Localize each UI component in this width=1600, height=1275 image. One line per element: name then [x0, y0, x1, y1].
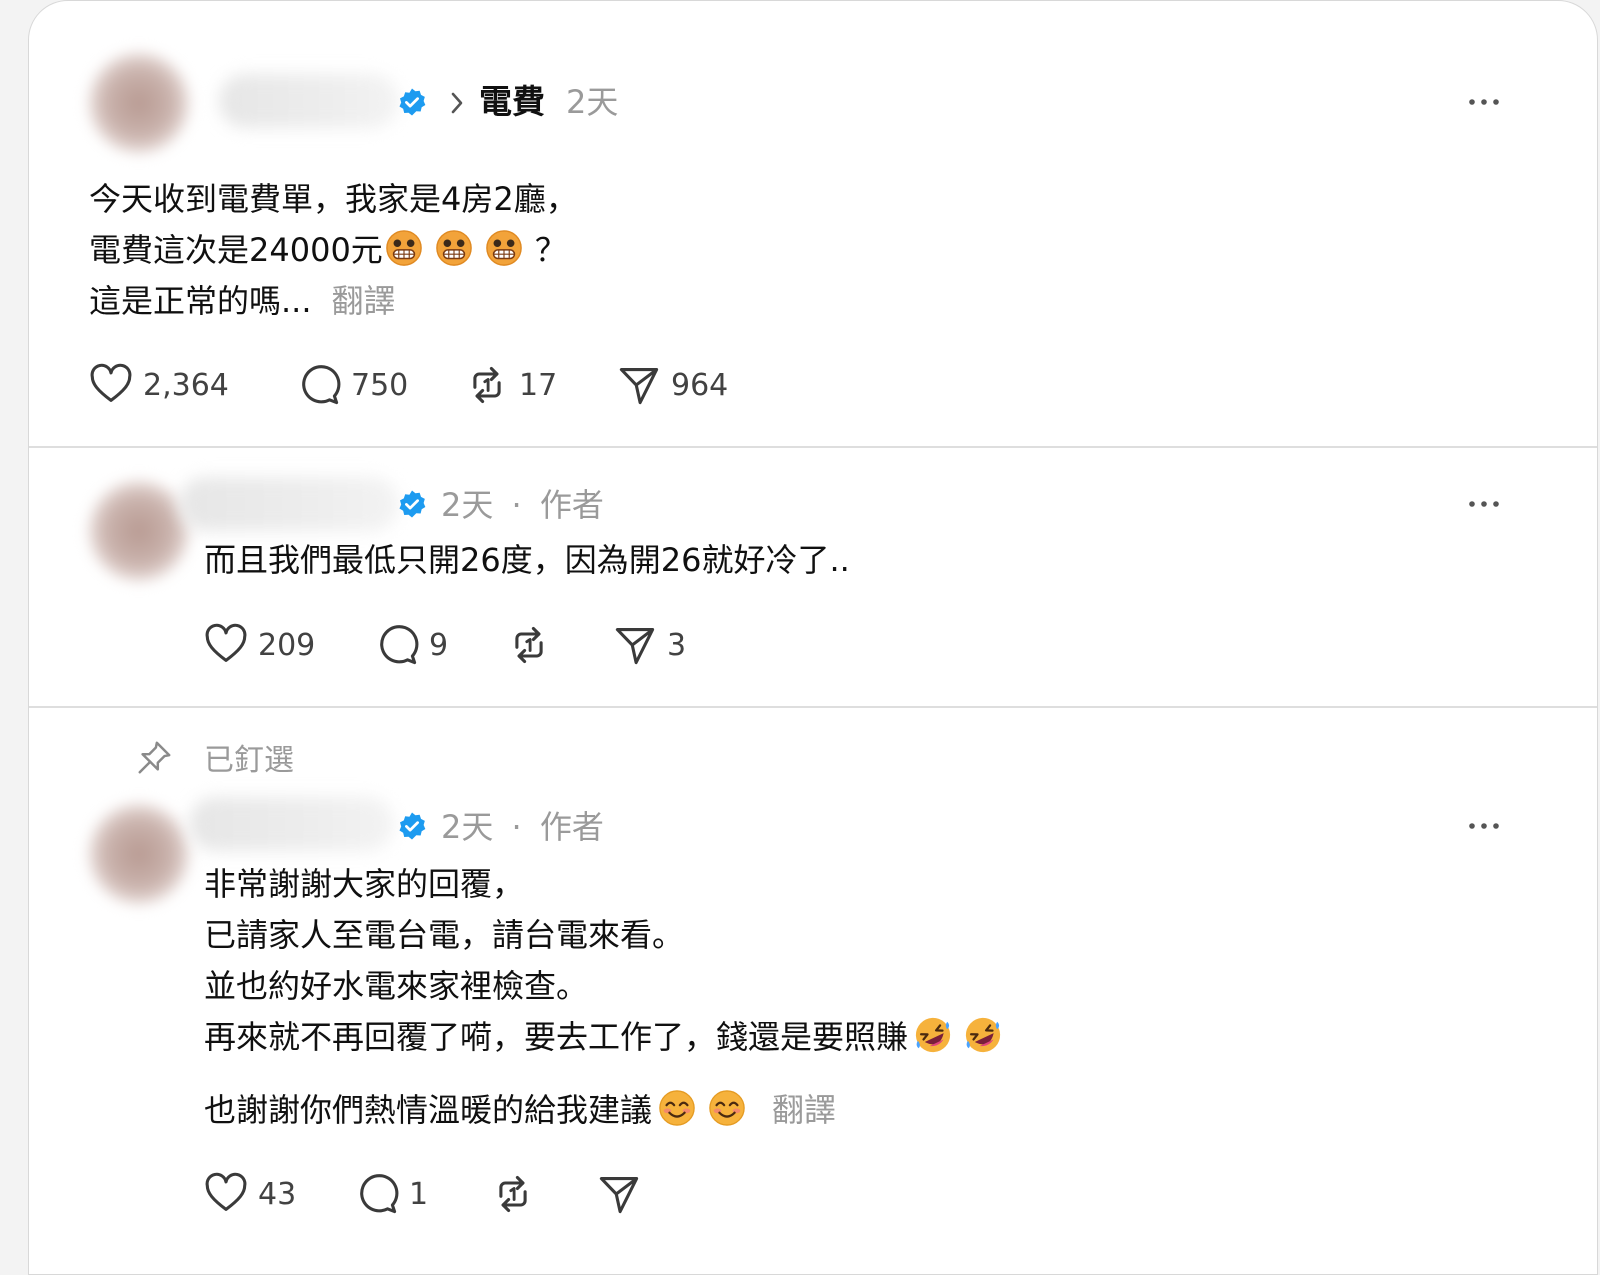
reply-meta: 2天 · 作者: [441, 484, 604, 526]
share-button[interactable]: [597, 1172, 641, 1216]
share-button[interactable]: 3: [613, 623, 686, 667]
thread-card: 電費 2天 今天收到電費單，我家是4房2廳， 電費這次是24000元 ？ 這是正常…: [28, 0, 1598, 1275]
post-line-3-text: 這是正常的嗎...: [89, 282, 312, 320]
like-count: 209: [258, 627, 316, 663]
comment-icon: [375, 623, 419, 667]
translate-link[interactable]: 翻譯: [772, 1091, 836, 1129]
meta-separator: ·: [511, 808, 522, 846]
repost-icon: [465, 363, 509, 407]
repost-icon: [507, 623, 551, 667]
rofl-emoji: [914, 1016, 952, 1054]
reply-text: 而且我們最低只開26度，因為開26就好冷了..: [204, 541, 850, 579]
share-count: 964: [671, 367, 729, 403]
post-line-2: 電費這次是24000元 ？: [89, 225, 567, 276]
repost-icon: [491, 1172, 535, 1216]
meta-separator: ·: [511, 486, 522, 524]
post-time[interactable]: 2天: [566, 81, 618, 123]
reply-line-4-text: 再來就不再回覆了嗬，要去工作了，錢還是要照賺: [204, 1018, 909, 1056]
more-icon[interactable]: [1467, 97, 1501, 107]
share-count: 3: [667, 627, 687, 663]
heart-icon: [204, 623, 248, 667]
grimace-emoji: [385, 229, 423, 267]
share-button[interactable]: 964: [617, 363, 728, 407]
reply-line-2: 已請家人至電台電，請台電來看。: [204, 916, 685, 954]
repost-count: 17: [519, 367, 558, 403]
translate-link[interactable]: 翻譯: [332, 282, 396, 320]
reply-line-4: 再來就不再回覆了嗬，要去工作了，錢還是要照賺: [204, 1012, 1008, 1063]
post-line-3: 這是正常的嗎... 翻譯: [89, 276, 396, 327]
repost-button[interactable]: 17: [465, 363, 557, 407]
reply-count: 9: [429, 627, 449, 663]
reply-meta: 2天 · 作者: [441, 806, 604, 848]
share-icon: [613, 623, 657, 667]
pin-icon: [135, 739, 173, 777]
verified-icon: [397, 489, 427, 519]
share-icon: [597, 1172, 641, 1216]
author-avatar[interactable]: [89, 804, 189, 904]
reply-line-3: 並也約好水電來家裡檢查。: [204, 967, 589, 1005]
reply-time[interactable]: 2天: [441, 808, 493, 846]
reply-button[interactable]: 750: [297, 363, 408, 407]
more-icon[interactable]: [1467, 499, 1501, 509]
more-icon[interactable]: [1467, 821, 1501, 831]
author-avatar[interactable]: [89, 53, 189, 153]
verified-icon: [397, 87, 427, 117]
heart-icon: [89, 363, 133, 407]
verified-icon: [397, 811, 427, 841]
divider: [29, 446, 1597, 448]
comment-icon: [297, 363, 341, 407]
like-button[interactable]: 209: [204, 623, 315, 667]
repost-button[interactable]: [491, 1172, 535, 1216]
topic-tag[interactable]: 電費: [479, 81, 545, 123]
grimace-emoji: [485, 229, 523, 267]
post-line-1: 今天收到電費單，我家是4房2廳，: [89, 180, 578, 218]
author-badge: 作者: [539, 486, 604, 524]
like-count: 43: [258, 1176, 297, 1212]
like-button[interactable]: 2,364: [89, 363, 229, 407]
rofl-emoji: [964, 1016, 1002, 1054]
author-name-blurred[interactable]: [189, 797, 394, 851]
comment-icon: [355, 1172, 399, 1216]
like-button[interactable]: 43: [204, 1172, 296, 1216]
author-name-blurred[interactable]: [179, 477, 399, 531]
chevron-right-icon: [451, 92, 463, 114]
share-icon: [617, 363, 661, 407]
repost-button[interactable]: [507, 623, 551, 667]
author-name-blurred[interactable]: [219, 74, 399, 128]
divider: [29, 706, 1597, 708]
post-line-2-text: 電費這次是24000元: [89, 231, 383, 269]
reply-line-5-text: 也謝謝你們熱情溫暖的給我建議: [204, 1091, 653, 1129]
reply-button[interactable]: 1: [355, 1172, 428, 1216]
heart-icon: [204, 1172, 248, 1216]
reply-count: 750: [351, 367, 409, 403]
smile-emoji: [658, 1089, 696, 1127]
reply-time[interactable]: 2天: [441, 486, 493, 524]
reply-line-5: 也謝謝你們熱情溫暖的給我建議 翻譯: [204, 1085, 836, 1136]
author-avatar[interactable]: [89, 481, 189, 581]
reply-line-1: 非常謝謝大家的回覆，: [204, 865, 525, 903]
like-count: 2,364: [143, 367, 229, 403]
pinned-label: 已釘選: [204, 743, 294, 778]
reply-button[interactable]: 9: [375, 623, 448, 667]
post-line-2-question: ？: [534, 231, 567, 269]
reply-count: 1: [409, 1176, 429, 1212]
smile-emoji: [708, 1089, 746, 1127]
grimace-emoji: [435, 229, 473, 267]
author-badge: 作者: [539, 808, 604, 846]
